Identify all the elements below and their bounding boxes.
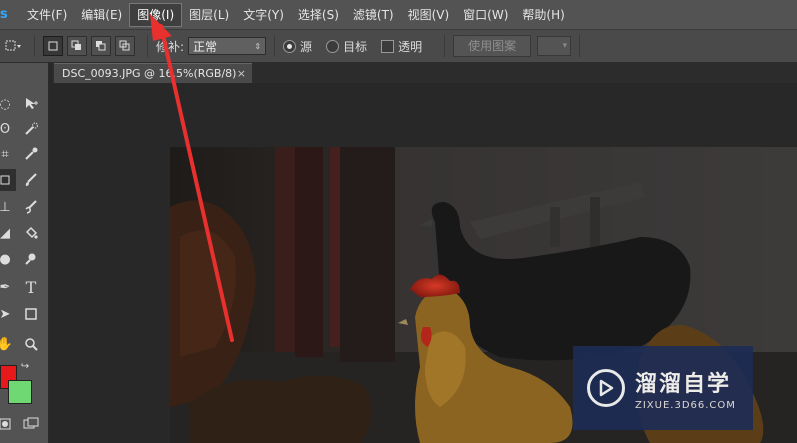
quick-mask-icon[interactable] [0, 413, 16, 435]
watermark-name: 溜溜自学 [635, 371, 732, 397]
pattern-picker-button[interactable]: ▾ [537, 36, 572, 56]
menu-layer[interactable]: 图层(L) [182, 4, 236, 26]
divider [147, 35, 148, 57]
patch-tool-icon[interactable] [0, 169, 16, 191]
transparent-checkbox[interactable] [381, 39, 395, 53]
background-color-swatch[interactable] [8, 380, 32, 404]
patch-label: 修补: [156, 39, 185, 54]
document-tab-bar: DSC_0093.JPG @ 16.5%(RGB/8) × [52, 63, 797, 83]
eraser-icon[interactable]: ◢ [0, 222, 16, 244]
new-selection-button[interactable] [43, 36, 63, 56]
menu-window[interactable]: 窗口(W) [456, 4, 515, 26]
brush-tool-icon[interactable] [20, 169, 42, 191]
tools-panel: ◌ ʘ ⌗ ⊥ ◢ ● ✒ T ➤ ✋ ↪ [0, 63, 49, 443]
intersect-selection-button[interactable] [115, 36, 135, 56]
document-title: DSC_0093.JPG @ 16.5%(RGB/8) [62, 67, 237, 80]
options-bar: 修补: 正常 ⇕ 源 目标 透明 使用图案 ▾ [0, 30, 797, 63]
menu-filter[interactable]: 滤镜(T) [346, 4, 401, 26]
move-tool-icon[interactable] [20, 93, 42, 115]
app-logo: s [0, 7, 8, 22]
document-tab[interactable]: DSC_0093.JPG @ 16.5%(RGB/8) × [54, 63, 252, 83]
quick-selection-icon[interactable] [20, 118, 42, 140]
lasso-tool-icon[interactable]: ʘ [0, 118, 16, 140]
dodge-tool-icon[interactable] [20, 248, 42, 270]
divider [579, 35, 581, 57]
paint-bucket-icon[interactable] [20, 222, 42, 244]
menu-type[interactable]: 文字(Y) [236, 4, 291, 26]
use-pattern-button[interactable]: 使用图案 [453, 35, 532, 57]
crop-tool-icon[interactable]: ⌗ [0, 143, 16, 165]
divider [444, 35, 446, 57]
menu-image[interactable]: 图像(I) [129, 2, 183, 27]
transparent-option[interactable]: 透明 [381, 38, 422, 55]
divider [274, 35, 276, 57]
source-option[interactable]: 源 [283, 38, 312, 55]
zoom-tool-icon[interactable] [20, 333, 42, 355]
path-selection-icon[interactable]: ➤ [0, 303, 16, 325]
close-icon[interactable]: × [237, 67, 246, 80]
menu-view[interactable]: 视图(V) [401, 4, 457, 26]
patch-mode-select[interactable]: 正常 ⇕ [188, 37, 267, 55]
target-radio[interactable] [326, 39, 340, 53]
swap-colors-icon[interactable]: ↪ [18, 359, 32, 373]
transparent-label: 透明 [398, 39, 423, 54]
source-radio[interactable] [283, 39, 297, 53]
menu-edit[interactable]: 编辑(E) [74, 4, 129, 26]
rectangle-tool-icon[interactable] [20, 303, 42, 325]
screen-mode-icon[interactable] [20, 413, 42, 435]
hand-tool-icon[interactable]: ✋ [0, 333, 16, 355]
add-to-selection-button[interactable] [67, 36, 87, 56]
watermark-logo: 溜溜自学 ZIXUE.3D66.COM [573, 346, 753, 430]
type-tool-icon[interactable]: T [20, 276, 42, 298]
target-option[interactable]: 目标 [326, 38, 367, 55]
subtract-from-selection-button[interactable] [91, 36, 111, 56]
watermark-text: 溜溜自学 ZIXUE.3D66.COM [635, 366, 736, 411]
menu-select[interactable]: 选择(S) [291, 4, 346, 26]
menu-bar: s 文件(F) 编辑(E) 图像(I) 图层(L) 文字(Y) 选择(S) 滤镜… [0, 0, 797, 30]
target-label: 目标 [343, 39, 368, 54]
source-label: 源 [300, 39, 313, 54]
menu-file[interactable]: 文件(F) [20, 4, 74, 26]
blur-tool-icon[interactable]: ● [0, 248, 16, 270]
clone-stamp-icon[interactable]: ⊥ [0, 196, 16, 218]
patch-tool-preset-icon[interactable] [0, 39, 26, 53]
patch-mode-value: 正常 [193, 39, 218, 54]
play-icon [587, 369, 625, 407]
elliptical-marquee-icon[interactable]: ◌ [0, 93, 16, 115]
updown-icon: ⇕ [254, 41, 262, 51]
menu-help[interactable]: 帮助(H) [515, 4, 571, 26]
divider [34, 35, 35, 57]
pen-tool-icon[interactable]: ✒ [0, 276, 16, 298]
chevron-down-icon: ▾ [562, 41, 568, 51]
eyedropper-icon[interactable] [20, 143, 42, 165]
watermark-url: ZIXUE.3D66.COM [635, 399, 736, 411]
history-brush-icon[interactable] [20, 196, 42, 218]
